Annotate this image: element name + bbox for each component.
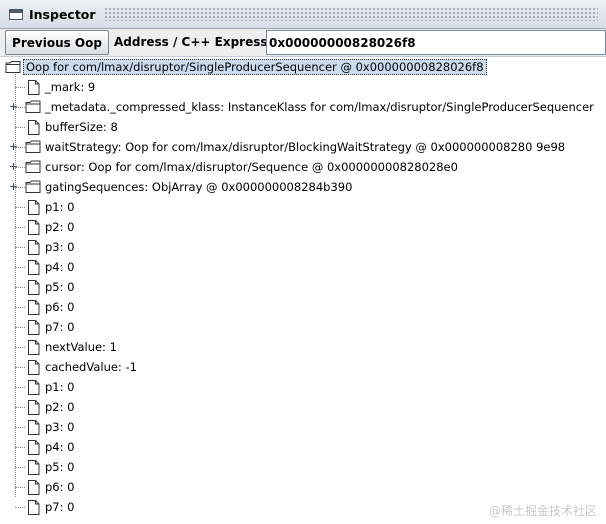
document-icon bbox=[27, 320, 40, 338]
tree-row[interactable]: bufferSize: 8 bbox=[0, 117, 606, 137]
tree-row[interactable]: _metadata._compressed_klass: InstanceKla… bbox=[0, 97, 606, 117]
tree-connector bbox=[15, 487, 25, 488]
document-icon bbox=[27, 200, 40, 218]
tree-connector bbox=[15, 127, 25, 128]
tree-connector bbox=[15, 327, 25, 328]
document-icon bbox=[27, 380, 40, 398]
document-icon bbox=[27, 120, 40, 138]
document-icon bbox=[27, 280, 40, 298]
window-icon bbox=[9, 8, 23, 20]
tree-connector bbox=[15, 267, 25, 268]
tree-row[interactable]: p2: 0 bbox=[0, 217, 606, 237]
document-icon bbox=[27, 340, 40, 358]
toolbar: Previous Oop Address / C++ Expression: 0… bbox=[0, 29, 606, 56]
tree-row-label: p7: 0 bbox=[45, 320, 75, 334]
tree-row[interactable]: p3: 0 bbox=[0, 417, 606, 437]
tree-row-label: p5: 0 bbox=[45, 460, 75, 474]
document-icon bbox=[27, 400, 40, 418]
tree-row[interactable]: p4: 0 bbox=[0, 437, 606, 457]
expand-toggle-icon[interactable] bbox=[10, 183, 17, 190]
window-title: Inspector bbox=[29, 6, 96, 22]
tree-row[interactable]: p6: 0 bbox=[0, 477, 606, 497]
tree-row-label: p4: 0 bbox=[45, 260, 75, 274]
tree-row-label: p2: 0 bbox=[45, 400, 75, 414]
document-icon bbox=[27, 260, 40, 278]
tree-connector bbox=[15, 207, 25, 208]
tree-connector bbox=[15, 507, 25, 508]
tree-connector bbox=[15, 227, 25, 228]
document-icon bbox=[27, 420, 40, 438]
expand-toggle-icon[interactable] bbox=[10, 143, 17, 150]
tree-row[interactable]: _mark: 9 bbox=[0, 77, 606, 97]
tree-row-label: gatingSequences: ObjArray @ 0x0000000082… bbox=[45, 180, 353, 194]
tree-row[interactable]: cursor: Oop for com/lmax/disruptor/Seque… bbox=[0, 157, 606, 177]
folder-open-icon bbox=[5, 60, 21, 77]
tree-connector bbox=[15, 347, 25, 348]
document-icon bbox=[27, 80, 40, 98]
tree-row-label: cachedValue: -1 bbox=[45, 360, 137, 374]
tree-connector bbox=[15, 467, 25, 468]
tree-row[interactable]: p2: 0 bbox=[0, 397, 606, 417]
document-icon bbox=[27, 460, 40, 478]
tree-row-label: p5: 0 bbox=[45, 280, 75, 294]
tree-connector bbox=[15, 247, 25, 248]
expand-toggle-icon[interactable] bbox=[10, 163, 17, 170]
inspector-tree[interactable]: Oop for com/lmax/disruptor/SingleProduce… bbox=[0, 56, 606, 524]
tree-connector bbox=[15, 287, 25, 288]
watermark-text: @稀土掘金技术社区 bbox=[488, 504, 597, 518]
tree-connector bbox=[15, 407, 25, 408]
tree-row-label: p1: 0 bbox=[45, 380, 75, 394]
tree-row-label: cursor: Oop for com/lmax/disruptor/Seque… bbox=[45, 160, 458, 174]
tree-row-label: bufferSize: 8 bbox=[45, 120, 118, 134]
previous-oop-button[interactable]: Previous Oop bbox=[5, 30, 109, 55]
tree-row-label: p4: 0 bbox=[45, 440, 75, 454]
document-icon bbox=[27, 240, 40, 258]
tree-connector bbox=[15, 87, 25, 88]
expand-toggle-icon[interactable] bbox=[10, 103, 17, 110]
folder-icon bbox=[25, 160, 41, 177]
tree-row-label: p2: 0 bbox=[45, 220, 75, 234]
document-icon bbox=[27, 360, 40, 378]
tree-row[interactable]: p6: 0 bbox=[0, 297, 606, 317]
folder-icon bbox=[25, 180, 41, 197]
document-icon bbox=[27, 440, 40, 458]
tree-row[interactable]: p7: 0 bbox=[0, 317, 606, 337]
folder-icon bbox=[25, 140, 41, 157]
document-icon bbox=[27, 500, 40, 518]
document-icon bbox=[27, 220, 40, 238]
tree-row[interactable]: nextValue: 1 bbox=[0, 337, 606, 357]
tree-row[interactable]: gatingSequences: ObjArray @ 0x0000000082… bbox=[0, 177, 606, 197]
tree-connector bbox=[15, 367, 25, 368]
tree-row-label: p3: 0 bbox=[45, 420, 75, 434]
tree-row-label: _metadata._compressed_klass: InstanceKla… bbox=[45, 100, 594, 114]
tree-root-node[interactable]: Oop for com/lmax/disruptor/SingleProduce… bbox=[0, 57, 606, 77]
tree-root-label[interactable]: Oop for com/lmax/disruptor/SingleProduce… bbox=[23, 59, 487, 75]
address-input[interactable]: 0x00000000828026f8 bbox=[266, 30, 606, 55]
tree-row[interactable]: p1: 0 bbox=[0, 377, 606, 397]
document-icon bbox=[27, 300, 40, 318]
document-icon bbox=[27, 480, 40, 498]
tree-row-label: p1: 0 bbox=[45, 200, 75, 214]
tree-connector bbox=[15, 447, 25, 448]
tree-connector bbox=[15, 387, 25, 388]
titlebar-grip bbox=[103, 7, 598, 21]
tree-row[interactable]: waitStrategy: Oop for com/lmax/disruptor… bbox=[0, 137, 606, 157]
tree-row-label: p6: 0 bbox=[45, 300, 75, 314]
tree-row-label: p7: 0 bbox=[45, 500, 75, 514]
tree-connector bbox=[15, 307, 25, 308]
folder-icon bbox=[25, 100, 41, 117]
tree-row-label: waitStrategy: Oop for com/lmax/disruptor… bbox=[45, 140, 566, 154]
tree-row[interactable]: p5: 0 bbox=[0, 457, 606, 477]
tree-row[interactable]: p4: 0 bbox=[0, 257, 606, 277]
tree-row-label: nextValue: 1 bbox=[45, 340, 117, 354]
tree-row[interactable]: p3: 0 bbox=[0, 237, 606, 257]
tree-row[interactable]: cachedValue: -1 bbox=[0, 357, 606, 377]
tree-row[interactable]: p5: 0 bbox=[0, 277, 606, 297]
tree-row-label: p3: 0 bbox=[45, 240, 75, 254]
tree-connector bbox=[15, 427, 25, 428]
tree-row-label: p6: 0 bbox=[45, 480, 75, 494]
tree-row-label: _mark: 9 bbox=[45, 80, 96, 94]
tree-row[interactable]: p1: 0 bbox=[0, 197, 606, 217]
window-titlebar[interactable]: Inspector bbox=[0, 0, 606, 29]
